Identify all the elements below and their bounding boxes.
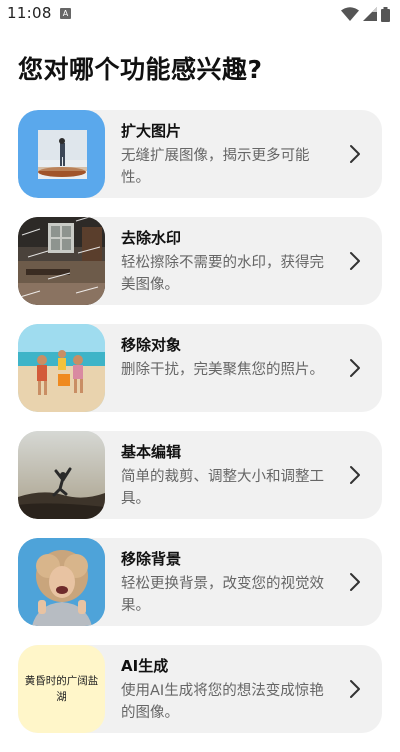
chevron-right-icon bbox=[348, 679, 362, 699]
laughing-woman-thumbnail bbox=[18, 538, 105, 626]
system-icons bbox=[341, 5, 390, 23]
ai-text-thumbnail: 黄昏时的广阔盐湖 bbox=[18, 645, 105, 733]
chevron-right-icon bbox=[348, 465, 362, 485]
feature-title: 移除背景 bbox=[121, 550, 182, 568]
feature-description: 使用AI生成将您的想法变成惊艳的图像。 bbox=[121, 683, 324, 721]
chevron-right-icon bbox=[348, 358, 362, 378]
chevron-right-icon bbox=[348, 144, 362, 164]
expand-image-thumbnail bbox=[18, 110, 105, 198]
sim-notification-icon: A bbox=[60, 8, 71, 19]
feature-card-expand-image[interactable]: 扩大图片 无缝扩展图像，揭示更多可能性。 bbox=[18, 110, 382, 198]
feature-description: 删除干扰，完美聚焦您的照片。 bbox=[121, 362, 324, 378]
feature-card-ai-generate[interactable]: 黄昏时的广阔盐湖 AI生成 使用AI生成将您的想法变成惊艳的图像。 bbox=[18, 645, 382, 733]
feature-description: 轻松更换背景，改变您的视觉效果。 bbox=[121, 576, 324, 614]
feature-description: 轻松擦除不需要的水印，获得完美图像。 bbox=[121, 255, 324, 293]
page-title: 您对哪个功能感兴趣? bbox=[18, 55, 263, 84]
feature-list: 扩大图片 无缝扩展图像，揭示更多可能性。 去除水印 轻松擦除不需要的水印，获得完… bbox=[18, 110, 382, 752]
feature-description: 简单的裁剪、调整大小和调整工具。 bbox=[121, 469, 324, 507]
wifi-icon bbox=[341, 7, 359, 21]
feature-title: 基本编辑 bbox=[121, 443, 182, 461]
feature-title: 去除水印 bbox=[121, 229, 182, 247]
status-bar: 11:08 A bbox=[0, 0, 400, 28]
feature-title: 移除对象 bbox=[121, 336, 182, 354]
feature-card-remove-object[interactable]: 移除对象 删除干扰，完美聚焦您的照片。 bbox=[18, 324, 382, 412]
ai-thumbnail-text: 黄昏时的广阔盐湖 bbox=[24, 675, 99, 703]
feature-card-remove-watermark[interactable]: 去除水印 轻松擦除不需要的水印，获得完美图像。 bbox=[18, 217, 382, 305]
feature-title: 扩大图片 bbox=[121, 122, 182, 140]
chevron-right-icon bbox=[348, 572, 362, 592]
jumping-person-thumbnail bbox=[18, 431, 105, 519]
signal-icon bbox=[363, 7, 377, 21]
watermark-room-thumbnail bbox=[18, 217, 105, 305]
feature-card-basic-edit[interactable]: 基本编辑 简单的裁剪、调整大小和调整工具。 bbox=[18, 431, 382, 519]
feature-description: 无缝扩展图像，揭示更多可能性。 bbox=[121, 148, 310, 186]
status-time: 11:08 bbox=[7, 4, 52, 22]
feature-title: AI生成 bbox=[121, 657, 169, 675]
chevron-right-icon bbox=[348, 251, 362, 271]
beach-kids-thumbnail bbox=[18, 324, 105, 412]
battery-icon bbox=[381, 6, 390, 22]
feature-card-remove-background[interactable]: 移除背景 轻松更换背景，改变您的视觉效果。 bbox=[18, 538, 382, 626]
